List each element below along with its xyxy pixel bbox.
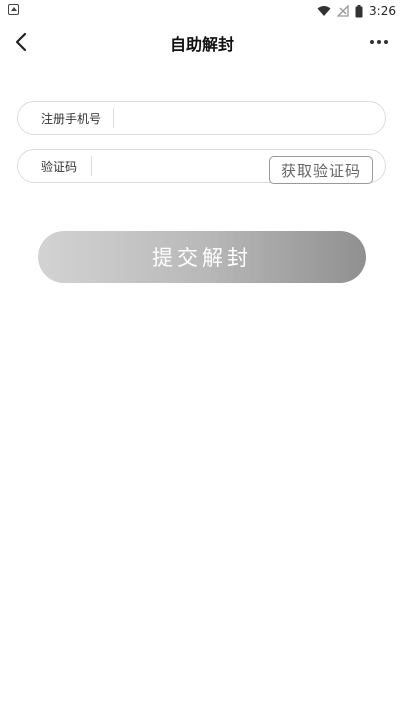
phone-input[interactable] xyxy=(122,106,372,130)
wifi-icon xyxy=(317,6,331,16)
status-bar: 3:26 xyxy=(0,0,404,22)
status-time: 3:26 xyxy=(369,4,396,18)
battery-icon xyxy=(355,4,363,17)
phone-label: 注册手机号 xyxy=(41,112,102,126)
page-title: 自助解封 xyxy=(169,35,234,54)
code-label: 验证码 xyxy=(41,160,78,174)
get-code-button[interactable]: 获取验证码 xyxy=(269,156,373,184)
header: 自助解封 xyxy=(0,22,404,62)
no-signal-icon xyxy=(337,5,349,17)
more-dots-icon xyxy=(370,40,388,44)
status-icons: 3:26 xyxy=(317,2,396,20)
submit-button[interactable]: 提交解封 xyxy=(38,231,366,283)
phone-field: 注册手机号 xyxy=(17,101,386,135)
app-notification-icon xyxy=(8,4,19,15)
code-input[interactable] xyxy=(100,154,265,178)
code-divider xyxy=(91,156,92,176)
phone-divider xyxy=(113,108,114,128)
more-button[interactable] xyxy=(364,26,394,58)
code-field: 验证码 获取验证码 xyxy=(17,149,386,184)
